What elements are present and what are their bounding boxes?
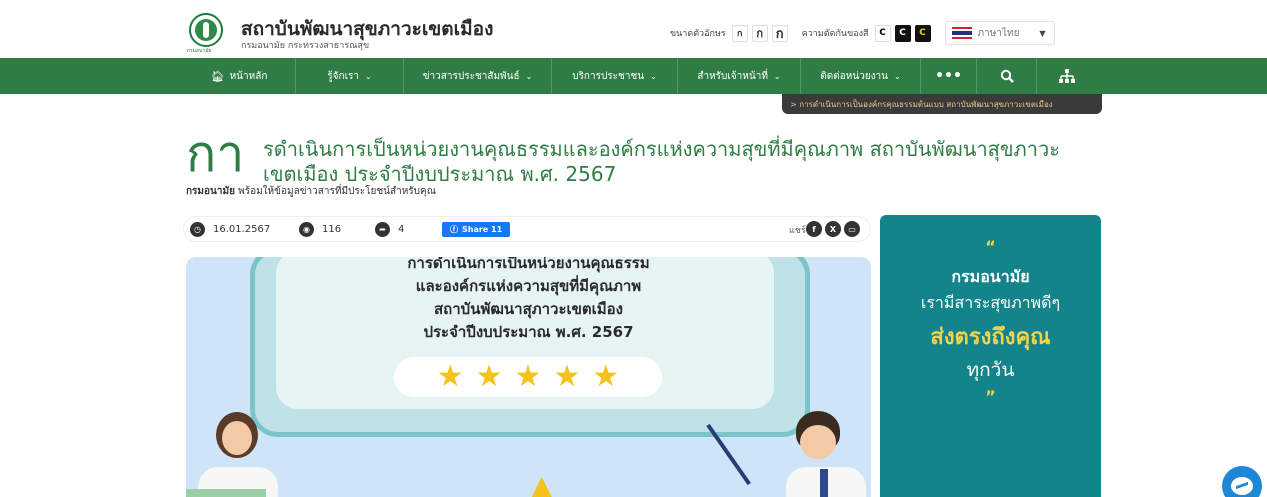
nav-about[interactable]: รู้จักเรา ⌄ <box>296 58 404 94</box>
view-count-value: 116 <box>322 224 342 235</box>
share-count-value: 4 <box>398 224 405 235</box>
line-icon[interactable]: ▭ <box>844 221 860 237</box>
chevron-down-icon: ⌄ <box>773 71 781 81</box>
promo-panel: “ กรมอนามัย เรามีสาระสุขภาพดีๆ ส่งตรงถึง… <box>880 215 1101 497</box>
contrast-label: ความตัดกันของสี <box>801 29 869 39</box>
contrast-normal-button[interactable]: C <box>874 24 891 42</box>
post-date: ◷ 16.01.2567 <box>190 222 270 237</box>
share-arrow-icon: ➦ <box>375 222 390 237</box>
messenger-chat-button[interactable] <box>1222 466 1262 497</box>
top-header: กรมอนามัย สถาบันพัฒนาสุขภาวะเขตเมือง กรม… <box>0 0 1267 58</box>
site-subtitle: กรมอนามัย กระทรวงสาธารณสุข <box>241 41 370 51</box>
main-nav-row: 🏠︎ หน้าหลัก รู้จักเรา ⌄ ข่าวสารประชาสัมพั… <box>183 58 1097 94</box>
share-label: แชร์ <box>789 226 806 236</box>
breadcrumb[interactable]: > การดำเนินการเป็นองค์กรคุณธรรมต้นแบบ สถ… <box>782 94 1102 114</box>
hero-text-line3: สถาบันพัฒนาสุภาวะเขตเมือง <box>434 300 623 318</box>
nav-home[interactable]: 🏠︎ หน้าหลัก <box>183 58 296 94</box>
sitemap-icon <box>1059 69 1075 83</box>
nav-services[interactable]: บริการประชาชน ⌄ <box>552 58 678 94</box>
facebook-share-label: Share 11 <box>462 225 503 234</box>
language-select[interactable]: ภาษาไทย ▼ <box>944 21 1055 45</box>
more-icon: ••• <box>935 68 962 84</box>
nav-search-button[interactable] <box>977 58 1037 94</box>
nav-about-label: รู้จักเรา <box>327 70 359 82</box>
x-twitter-icon[interactable]: X <box>825 221 841 237</box>
header-inner: กรมอนามัย สถาบันพัฒนาสุขภาวะเขตเมือง กรม… <box>183 6 1101 58</box>
facebook-icon: ⓕ <box>450 225 458 234</box>
font-size-medium-button[interactable]: ก <box>751 24 768 42</box>
nav-staff[interactable]: สำหรับเจ้าหน้าที่ ⌄ <box>678 58 801 94</box>
hero-star-rating: ★ ★ ★ ★ ★ <box>394 357 662 397</box>
star-icon: ★ <box>592 359 620 394</box>
font-size-large-button[interactable]: ก <box>771 24 788 42</box>
doctor-face <box>800 425 836 459</box>
language-value: ภาษาไทย <box>977 27 1020 39</box>
title-drop-letters: กา <box>186 125 245 183</box>
doctor-tie <box>820 469 828 497</box>
chevron-down-icon: ⌄ <box>365 71 372 81</box>
hero-bottom-strip <box>186 489 266 497</box>
logo-emblem-icon <box>195 19 217 41</box>
nav-contact[interactable]: ติดต่อหน่วยงาน ⌄ <box>801 58 921 94</box>
contrast-yellow-button[interactable]: C <box>914 24 931 42</box>
hero-image: การดำเนินการเป็นหน่วยงานคุณธรรม และองค์ก… <box>186 257 871 497</box>
nav-news[interactable]: ข่าวสารประชาสัมพันธ์ ⌄ <box>404 58 552 94</box>
page-subtitle-strong: กรมอนามัย <box>186 186 235 197</box>
page: กรมอนามัย สถาบันพัฒนาสุขภาวะเขตเมือง กรม… <box>0 0 1267 497</box>
nav-contact-label: ติดต่อหน่วยงาน <box>820 70 889 82</box>
hero-text-line1: การดำเนินการเป็นหน่วยงานคุณธรรม <box>407 257 650 272</box>
star-icon: ★ <box>553 359 581 394</box>
site-logo[interactable] <box>189 13 223 47</box>
star-icon: ★ <box>436 359 464 394</box>
main-nav: 🏠︎ หน้าหลัก รู้จักเรา ⌄ ข่าวสารประชาสัมพั… <box>0 58 1267 94</box>
chevron-down-icon: ⌄ <box>894 71 901 81</box>
nav-home-label: หน้าหลัก <box>229 70 268 82</box>
promo-line1: กรมอนามัย <box>951 267 1030 286</box>
search-icon <box>1000 69 1014 83</box>
share-count: ➦ 4 <box>375 222 404 237</box>
star-trophy-icon: ▲ <box>531 469 553 497</box>
chevron-down-icon: ⌄ <box>650 71 657 81</box>
messenger-icon <box>1231 477 1253 495</box>
nav-more-button[interactable]: ••• <box>921 58 977 94</box>
view-count: ◉ 116 <box>299 222 341 237</box>
facebook-icon[interactable]: f <box>806 221 822 237</box>
font-size-label: ขนาดตัวอักษร <box>670 29 726 39</box>
doctor-face <box>222 421 252 455</box>
post-date-value: 16.01.2567 <box>213 224 271 235</box>
accessibility-tools: ขนาดตัวอักษร ก ก ก ความตัดกันของสี C C C… <box>670 18 1055 48</box>
hero-text-line4: ประจำปีงบประมาณ พ.ศ. 2567 <box>423 323 634 341</box>
nav-sitemap-button[interactable] <box>1037 58 1097 94</box>
female-doctor-illustration <box>186 407 286 497</box>
article-meta-bar: ◷ 16.01.2567 ◉ 116 ➦ 4 ⓕ Share 11 แชร์ f… <box>183 216 871 242</box>
logo-caption: กรมอนามัย <box>187 48 212 54</box>
font-size-small-button[interactable]: ก <box>731 24 748 42</box>
clock-icon: ◷ <box>190 222 205 237</box>
promo-line4: ทุกวัน <box>966 359 1015 381</box>
contrast-dark-button[interactable]: C <box>894 24 911 42</box>
thai-flag-icon <box>951 27 972 39</box>
nav-staff-label: สำหรับเจ้าหน้าที่ <box>697 70 768 82</box>
facebook-share-button[interactable]: ⓕ Share 11 <box>442 222 511 237</box>
home-icon: 🏠︎ <box>210 69 225 83</box>
page-subtitle-rest: พร้อมให้ข้อมูลข่าวสารที่มีประโยชน์สำหรับ… <box>234 186 436 197</box>
page-subtitle: กรมอนามัย พร้อมให้ข้อมูลข่าวสารที่มีประโ… <box>186 184 436 199</box>
hero-text-line2: และองค์กรแห่งความสุขที่มีคุณภาพ <box>415 277 642 295</box>
star-icon: ★ <box>514 359 542 394</box>
male-doctor-illustration <box>776 407 871 497</box>
open-quote-icon: “ <box>985 237 996 256</box>
chevron-down-icon: ⌄ <box>525 71 533 81</box>
nav-news-label: ข่าวสารประชาสัมพันธ์ <box>422 70 520 82</box>
nav-services-label: บริการประชาชน <box>572 70 645 82</box>
star-icon: ★ <box>475 359 503 394</box>
chevron-down-icon: ▼ <box>1039 29 1046 38</box>
close-quote-icon: ” <box>985 387 996 406</box>
promo-line3: ส่งตรงถึงคุณ <box>930 325 1051 350</box>
eye-icon: ◉ <box>299 222 314 237</box>
promo-line2: เรามีสาระสุขภาพดีๆ <box>920 293 1061 312</box>
